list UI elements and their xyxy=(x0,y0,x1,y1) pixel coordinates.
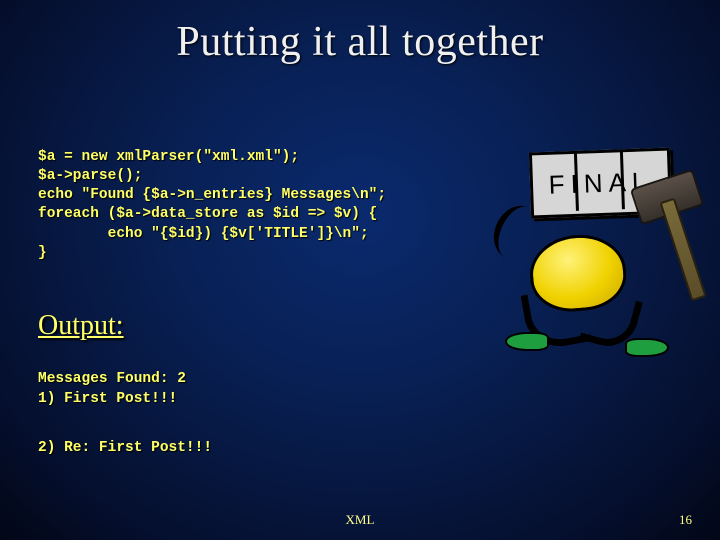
code-line: $a->parse(); xyxy=(38,168,142,184)
output-block: Messages Found: 2 1) First Post!!! xyxy=(38,370,186,409)
code-line: foreach ($a->data_store as $id => $v) { xyxy=(38,206,377,222)
output-line: 1) First Post!!! xyxy=(38,391,177,407)
final-mallet-illustration: FINAL xyxy=(485,150,685,350)
code-line: } xyxy=(38,245,47,261)
slide-title: Putting it all together xyxy=(0,18,720,66)
foot-icon xyxy=(505,332,549,351)
code-line: echo "{$id}) {$v['TITLE']}\n"; xyxy=(38,226,369,242)
code-block: $a = new xmlParser("xml.xml"); $a->parse… xyxy=(38,148,386,263)
output-line: Messages Found: 2 xyxy=(38,371,186,387)
output-heading: Output: xyxy=(38,310,124,342)
foot-icon xyxy=(625,338,669,357)
page-number: 16 xyxy=(679,512,692,528)
code-line: $a = new xmlParser("xml.xml"); xyxy=(38,149,299,165)
output-line: 2) Re: First Post!!! xyxy=(38,440,212,456)
code-line: echo "Found {$a->n_entries} Messages\n"; xyxy=(38,187,386,203)
mallet-handle-icon xyxy=(659,198,706,302)
slide: Putting it all together $a = new xmlPars… xyxy=(0,0,720,540)
footer-label: XML xyxy=(0,512,720,528)
